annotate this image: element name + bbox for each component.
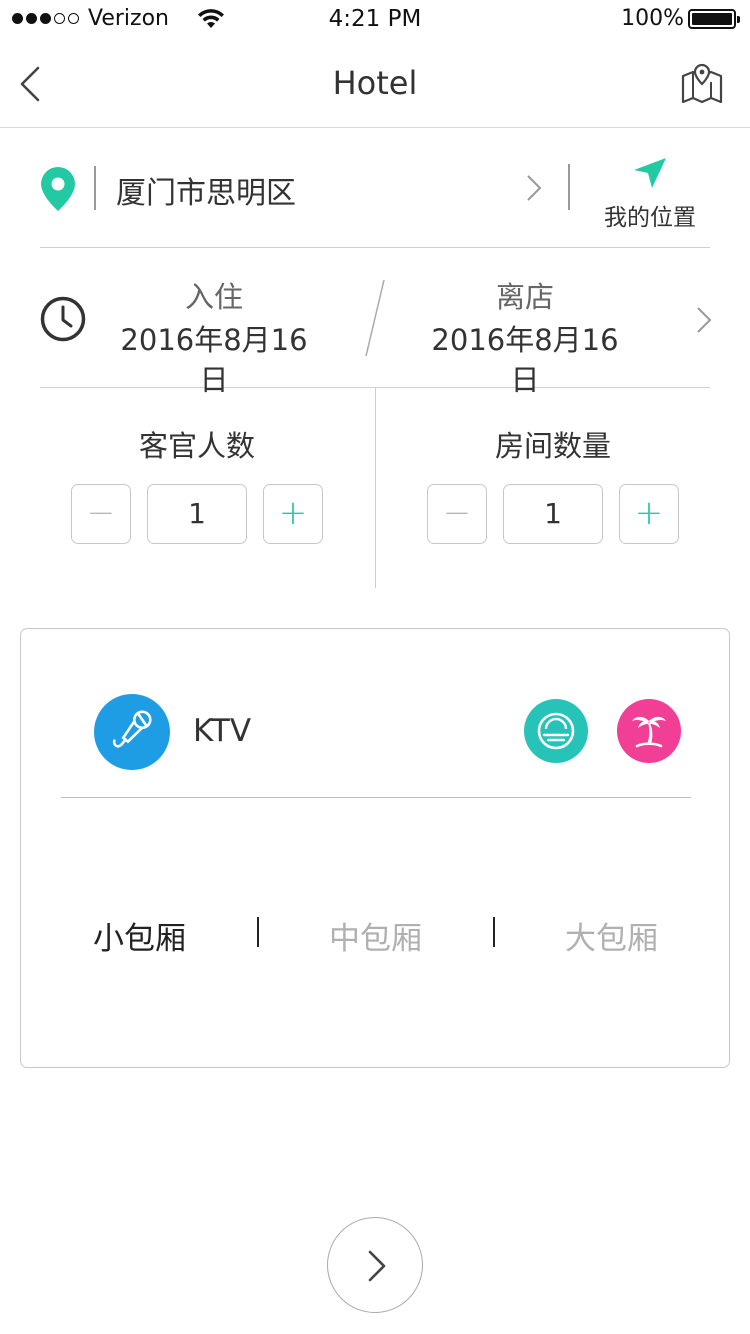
next-button[interactable] [327,1217,423,1313]
palm-tree-icon[interactable] [617,699,681,763]
location-pin-icon [41,167,75,211]
battery-percent: 100% [621,6,684,31]
beach-sunset-icon[interactable] [524,699,588,763]
navigation-arrow-icon[interactable] [632,156,668,190]
option-separator [493,917,495,947]
room-option-large[interactable]: 大包厢 [565,913,658,958]
guests-stepper: − 1 + [71,484,323,544]
rooms-minus-button[interactable]: − [427,484,487,544]
rooms-label: 房间数量 [494,429,611,463]
location-text[interactable]: 厦门市思明区 [116,168,296,212]
clock-icon [40,296,86,342]
checkin-label: 入住 [184,280,243,314]
location-row[interactable]: 厦门市思明区 我的位置 [40,128,710,248]
date-row[interactable]: 入住 2016年8月16日 离店 2016年8月16日 [40,248,712,397]
chevron-right-icon [697,307,712,333]
status-bar: Verizon 4:21 PM 100% [0,0,750,40]
divider [61,797,691,798]
category-card: KTV 小包厢 中包厢 大包厢 [20,628,730,1068]
guests-label: 客官人数 [138,429,255,463]
checkout-date[interactable]: 离店 2016年8月16日 [418,278,632,400]
category-label: KTV [193,713,252,749]
battery-icon [688,8,740,29]
divider [568,164,570,210]
page-title: Hotel [332,64,418,102]
rooms-counter: 房间数量 − 1 + [427,426,679,544]
checkout-label: 离店 [495,280,554,314]
counters-section: 客官人数 − 1 + 房间数量 − 1 + [40,388,710,588]
room-option-medium[interactable]: 中包厢 [329,913,422,958]
option-separator [257,917,259,947]
guests-counter: 客官人数 − 1 + [71,426,323,544]
guests-minus-button[interactable]: − [71,484,131,544]
chevron-right-icon [527,175,542,201]
room-option-small[interactable]: 小包厢 [93,913,186,958]
guests-plus-button[interactable]: + [263,484,323,544]
rooms-stepper: − 1 + [427,484,679,544]
divider [94,166,96,210]
checkin-date[interactable]: 入住 2016年8月16日 [108,278,320,400]
guests-value[interactable]: 1 [147,484,247,544]
battery-status: 100% [621,6,740,31]
divider [375,388,376,588]
rooms-plus-button[interactable]: + [619,484,679,544]
nav-bar: Hotel [0,40,750,128]
chevron-right-icon [368,1250,386,1282]
microphone-icon[interactable] [94,694,170,770]
my-location-button[interactable]: 我的位置 [600,198,700,232]
date-separator [365,279,385,357]
rooms-value[interactable]: 1 [503,484,603,544]
map-icon[interactable] [680,62,724,106]
